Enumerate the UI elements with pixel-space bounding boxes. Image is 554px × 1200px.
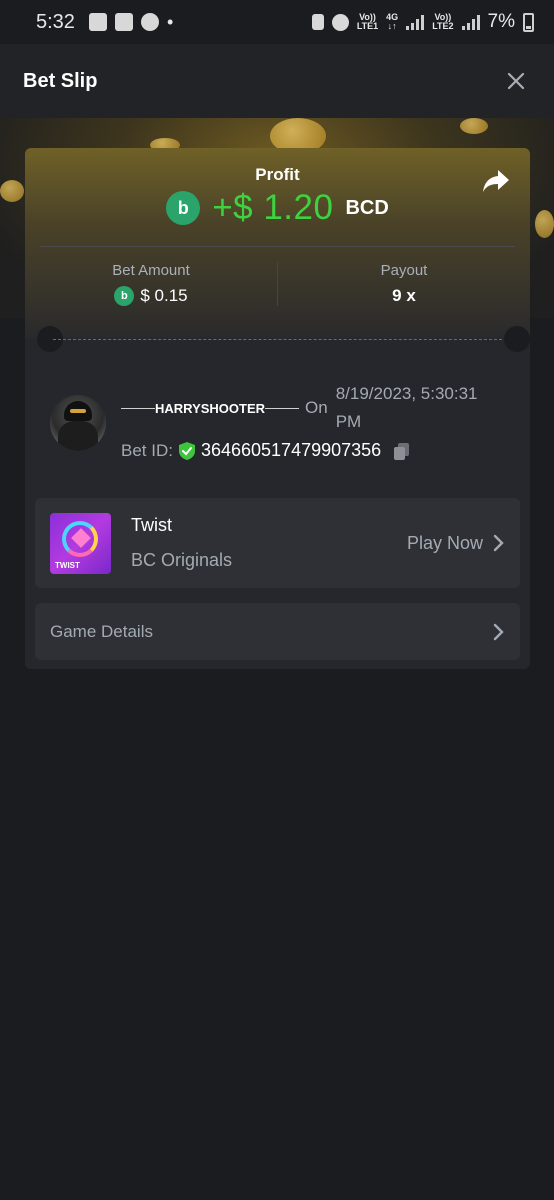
bet-amount-label: Bet Amount: [112, 262, 190, 279]
status-time: 5:32: [36, 10, 75, 33]
gallery-icon: [114, 13, 133, 31]
avatar-eyes: [70, 409, 86, 413]
player-info: HARRYSHOOTER On 8/19/2023, 5:30:31 PM Be…: [50, 378, 510, 468]
game-details-label: Game Details: [50, 621, 153, 641]
ticket-tear-line: [53, 339, 502, 340]
thumbnail-text: TWIST: [55, 560, 80, 570]
bet-stats: Bet Amount b $ 0.15 Payout 9 x: [25, 256, 530, 312]
bet-slip-header: Bet Slip: [0, 44, 554, 118]
game-provider: BC Originals: [131, 550, 233, 570]
signal-2-icon: [461, 14, 480, 30]
bet-date: 8/19/2023, 5:30:31 PM: [335, 384, 478, 431]
decorative-coin: [460, 118, 488, 134]
avatar[interactable]: [50, 395, 106, 451]
signal-1-icon: [406, 14, 425, 30]
profit-row: b +$ 1.20 BCD: [25, 188, 530, 228]
profit-label: Profit: [255, 165, 300, 184]
close-button[interactable]: [501, 66, 531, 96]
player-line: HARRYSHOOTER On 8/19/2023, 5:30:31 PM: [121, 380, 521, 436]
game-info: Twist BC Originals: [131, 515, 232, 571]
battery-saver-icon: [311, 14, 324, 30]
chevron-right-icon: [493, 534, 504, 552]
payout-stat: Payout 9 x: [278, 256, 530, 312]
game-details-row[interactable]: Game Details: [35, 603, 520, 660]
divider: [40, 246, 515, 247]
bet-id-value: 364660517479907356: [200, 440, 382, 460]
volte-2-bottom: LTE2: [432, 21, 454, 31]
on-label: On: [305, 398, 328, 417]
profit-currency: BCD: [345, 196, 389, 219]
more-notifications-dot: •: [166, 11, 174, 32]
profit-value: +$ 1.20: [212, 188, 334, 227]
bet-card: Profit b +$ 1.20 BCD Bet Amount b $ 0.15…: [25, 148, 530, 669]
copy-icon[interactable]: [392, 441, 412, 461]
network-type-indicator: 4G ↓↑: [386, 13, 398, 31]
battery-charging-icon: [523, 12, 534, 32]
bet-id-label: Bet ID:: [121, 440, 173, 460]
game-card[interactable]: TWIST Twist BC Originals Play Now: [35, 498, 520, 588]
ticket-notch-right: [504, 326, 530, 352]
payout-label: Payout: [380, 262, 428, 279]
bet-amount-row: b $ 0.15: [114, 286, 188, 306]
alarm-icon: [331, 13, 349, 31]
battery-percentage: 7%: [487, 11, 515, 32]
volte-1-indicator: Vo)) LTE1: [357, 13, 378, 31]
decorative-coin: [535, 210, 554, 238]
chevron-right-icon: [493, 623, 504, 640]
avatar-body: [58, 421, 98, 451]
bcd-coin-icon: b: [114, 286, 135, 306]
game-thumbnail: TWIST: [50, 512, 111, 574]
page-title: Bet Slip: [23, 69, 98, 92]
volte-1-bottom: LTE1: [356, 21, 379, 31]
decorative-coin: [0, 180, 24, 202]
game-name: Twist: [131, 515, 173, 535]
profit-section: Profit b +$ 1.20 BCD Bet Amount b $ 0.15…: [25, 148, 530, 338]
play-now-button[interactable]: Play Now: [407, 533, 505, 554]
close-icon: [507, 72, 525, 90]
play-now-label: Play Now: [406, 532, 483, 553]
status-right: Vo)) LTE1 4G ↓↑ Vo)) LTE2 7%: [311, 11, 534, 33]
player-name[interactable]: HARRYSHOOTER: [121, 401, 299, 416]
status-bar: 5:32 • Vo)) LTE1 4G ↓↑ Vo)) LTE2 7%: [0, 0, 554, 44]
verified-shield-icon: [178, 441, 195, 460]
data-arrows-icon: ↓↑: [387, 21, 397, 31]
bet-amount-value: $ 0.15: [140, 286, 188, 305]
bcd-coin-icon: b: [166, 191, 201, 225]
bet-id-row: Bet ID: 364660517479907356: [121, 440, 412, 461]
status-left: 5:32 •: [36, 11, 173, 34]
payout-value: 9 x: [392, 286, 416, 305]
volte-2-indicator: Vo)) LTE2: [432, 13, 453, 31]
app-notification-icon: [140, 13, 159, 31]
bet-amount-stat: Bet Amount b $ 0.15: [25, 256, 277, 312]
telegram-icon: [88, 13, 107, 31]
